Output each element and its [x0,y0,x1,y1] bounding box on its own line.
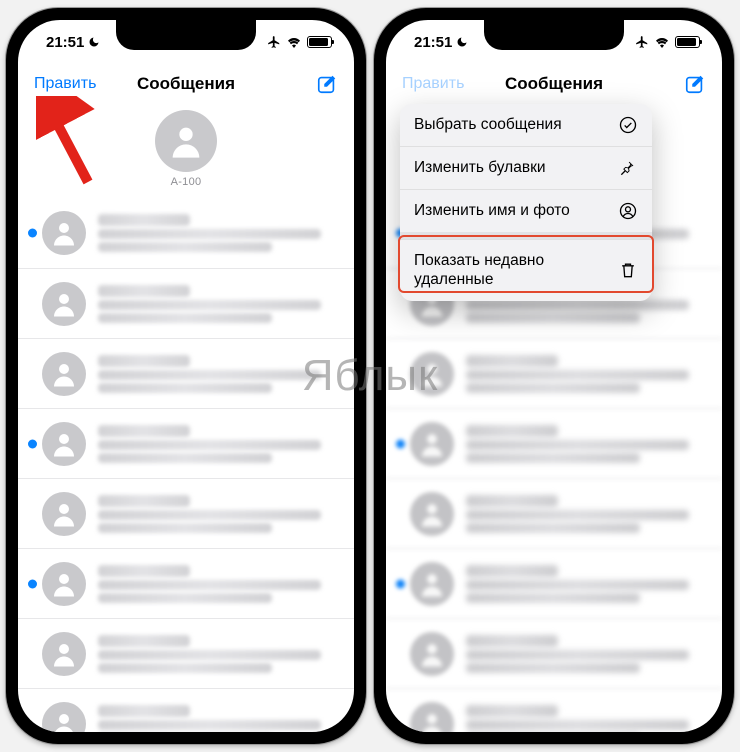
person-icon [49,359,79,389]
pinned-avatar [155,110,217,172]
battery-icon [307,36,332,48]
avatar [42,422,86,466]
edit-button[interactable]: Править [34,75,104,93]
airplane-icon [267,35,281,49]
trash-icon [618,260,638,280]
menu-label: Выбрать сообщения [414,115,562,134]
menu-edit-pins[interactable]: Изменить булавки [400,146,652,189]
compose-icon[interactable] [316,73,338,95]
status-time: 21:51 [414,34,452,51]
person-icon [49,569,79,599]
pin-icon [618,158,638,178]
do-not-disturb-icon [88,36,100,48]
edit-button[interactable]: Править [402,75,472,93]
screen-right: 21:51 Править Сообщения [386,20,722,732]
menu-recently-deleted[interactable]: Показать недавно удаленные [400,239,652,301]
airplane-icon [635,35,649,49]
list-item[interactable] [18,688,354,732]
list-item[interactable] [18,198,354,268]
person-icon [49,429,79,459]
iphone-left: 21:51 Править Сообщения [6,8,366,744]
list-item[interactable] [18,268,354,338]
avatar [42,282,86,326]
menu-label: Показать недавно удаленные [414,251,594,290]
pinned-name: A-100 [171,176,202,188]
unread-dot [28,579,37,588]
avatar [42,211,86,255]
person-icon [49,709,79,733]
unread-dot [28,229,37,238]
menu-label: Изменить имя и фото [414,201,570,220]
checkmark-circle-icon [618,115,638,135]
menu-separator [400,232,652,239]
person-icon [49,639,79,669]
conversation-list[interactable] [18,198,354,732]
menu-label: Изменить булавки [414,158,546,177]
avatar [42,632,86,676]
list-item[interactable] [18,548,354,618]
person-icon [166,121,206,161]
person-icon [49,218,79,248]
notch [116,20,256,50]
person-icon [49,289,79,319]
menu-select-messages[interactable]: Выбрать сообщения [400,104,652,146]
unread-dot [28,439,37,448]
pinned-conversation[interactable]: A-100 [18,104,354,198]
compose-icon[interactable] [684,73,706,95]
page-title: Сообщения [472,74,636,94]
list-item[interactable] [18,338,354,408]
list-item[interactable] [18,618,354,688]
list-item[interactable] [18,478,354,548]
nav-bar: Править Сообщения [386,64,722,104]
wifi-icon [286,36,302,48]
iphone-right: 21:51 Править Сообщения [374,8,734,744]
list-item[interactable] [18,408,354,478]
edit-menu: Выбрать сообщения Изменить булавки Измен… [400,104,652,301]
screen-left: 21:51 Править Сообщения [18,20,354,732]
do-not-disturb-icon [456,36,468,48]
avatar [42,352,86,396]
page-title: Сообщения [104,74,268,94]
avatar [42,562,86,606]
avatar [42,492,86,536]
avatar [42,702,86,733]
battery-icon [675,36,700,48]
person-circle-icon [618,201,638,221]
person-icon [49,499,79,529]
status-time: 21:51 [46,34,84,51]
wifi-icon [654,36,670,48]
nav-bar: Править Сообщения [18,64,354,104]
notch [484,20,624,50]
menu-edit-name-photo[interactable]: Изменить имя и фото [400,189,652,232]
